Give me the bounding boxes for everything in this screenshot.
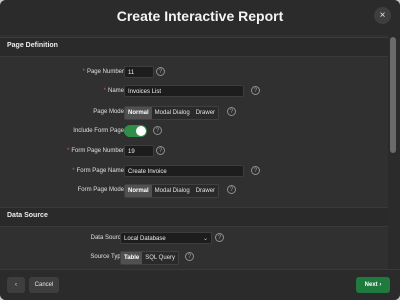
toggle-knob — [136, 126, 146, 136]
form-page-name-label: * Form Page Name — [72, 168, 124, 174]
close-icon[interactable]: × — [374, 7, 391, 24]
section-title: Page Definition — [7, 42, 58, 49]
required-marker: * — [72, 168, 75, 174]
data-source-label: Data Source — [90, 235, 124, 241]
page-mode-normal[interactable]: Normal — [125, 107, 152, 119]
help-icon[interactable]: ? — [251, 86, 260, 95]
page-number-input[interactable]: 11 — [124, 66, 154, 78]
chevron-right-icon: › — [379, 282, 382, 288]
chevron-down-icon: ⌄ — [202, 236, 208, 242]
help-icon[interactable]: ? — [227, 185, 236, 194]
data-source-select[interactable]: Local Database ⌄ — [120, 232, 212, 244]
cancel-button[interactable]: Cancel — [29, 277, 59, 293]
form-page-mode-label: Form Page Mode — [77, 187, 124, 193]
help-icon[interactable]: ? — [153, 126, 162, 135]
page-number-label: * Page Number — [82, 69, 124, 75]
required-marker: * — [82, 69, 85, 75]
form-page-mode-normal[interactable]: Normal — [125, 185, 152, 197]
form-page-number-label: * Form Page Number — [66, 148, 124, 154]
row-page-number: * Page Number 11 ? — [0, 66, 388, 80]
help-icon[interactable]: ? — [227, 107, 236, 116]
row-page-mode: Page Mode Normal Modal Dialog Drawer ? — [0, 106, 388, 120]
form-page-mode-drawer[interactable]: Drawer — [192, 185, 219, 197]
form-page-number-input[interactable]: 19 — [124, 145, 154, 157]
next-button-label: Next — [364, 282, 378, 288]
page-mode-drawer[interactable]: Drawer — [192, 107, 219, 119]
source-type-radio-group: Table SQL Query — [120, 251, 180, 265]
dialog-footer: ‹ Cancel Next › — [0, 269, 400, 300]
row-name: * Name Invoices List ? — [0, 85, 388, 99]
help-icon[interactable]: ? — [215, 233, 224, 242]
required-marker: * — [66, 148, 70, 154]
row-form-page-mode: Form Page Mode Normal Modal Dialog Drawe… — [0, 184, 388, 198]
source-type-table[interactable]: Table — [121, 252, 143, 264]
section-page-definition: Page Definition — [0, 37, 388, 57]
include-form-page-toggle[interactable] — [124, 125, 147, 137]
scrollbar-thumb[interactable] — [390, 37, 396, 153]
required-marker: * — [103, 88, 106, 94]
dialog-header: Create Interactive Report × — [0, 0, 400, 32]
page-mode-label: Page Mode — [93, 109, 124, 115]
row-data-source: Data Source Local Database ⌄ ? — [0, 232, 388, 246]
help-icon[interactable]: ? — [156, 146, 165, 155]
help-icon[interactable]: ? — [251, 166, 260, 175]
section-data-source: Data Source — [0, 207, 388, 227]
previous-button[interactable]: ‹ — [7, 277, 25, 293]
dialog-title: Create Interactive Report — [116, 8, 284, 24]
scrollbar[interactable] — [389, 35, 397, 269]
page-mode-modal-dialog[interactable]: Modal Dialog — [151, 107, 193, 119]
section-title: Data Source — [7, 212, 48, 219]
chevron-left-icon: ‹ — [15, 282, 17, 288]
help-icon[interactable]: ? — [156, 67, 165, 76]
name-label: * Name — [103, 88, 124, 94]
form-page-name-input[interactable]: Create Invoice — [124, 165, 244, 177]
include-form-page-label: Include Form Page — [73, 128, 124, 134]
form-page-mode-modal-dialog[interactable]: Modal Dialog — [151, 185, 193, 197]
row-source-type: Source Type Table SQL Query ? — [0, 251, 388, 265]
source-type-sql-query[interactable]: SQL Query — [142, 252, 179, 264]
form-page-mode-radio-group: Normal Modal Dialog Drawer — [124, 184, 220, 198]
help-icon[interactable]: ? — [185, 252, 194, 261]
source-type-label: Source Type — [90, 254, 124, 260]
row-form-page-name: * Form Page Name Create Invoice ? — [0, 165, 388, 179]
next-button[interactable]: Next › — [356, 277, 390, 293]
name-input[interactable]: Invoices List — [124, 85, 244, 97]
row-form-page-number: * Form Page Number 19 ? — [0, 145, 388, 159]
row-include-form-page: Include Form Page ? — [0, 125, 388, 139]
dialog-body: Page Definition * Page Number 11 ? * Name … — [0, 35, 388, 269]
create-interactive-report-dialog: Create Interactive Report × Page Definit… — [0, 0, 400, 300]
page-mode-radio-group: Normal Modal Dialog Drawer — [124, 106, 220, 120]
data-source-value: Local Database — [124, 236, 166, 242]
